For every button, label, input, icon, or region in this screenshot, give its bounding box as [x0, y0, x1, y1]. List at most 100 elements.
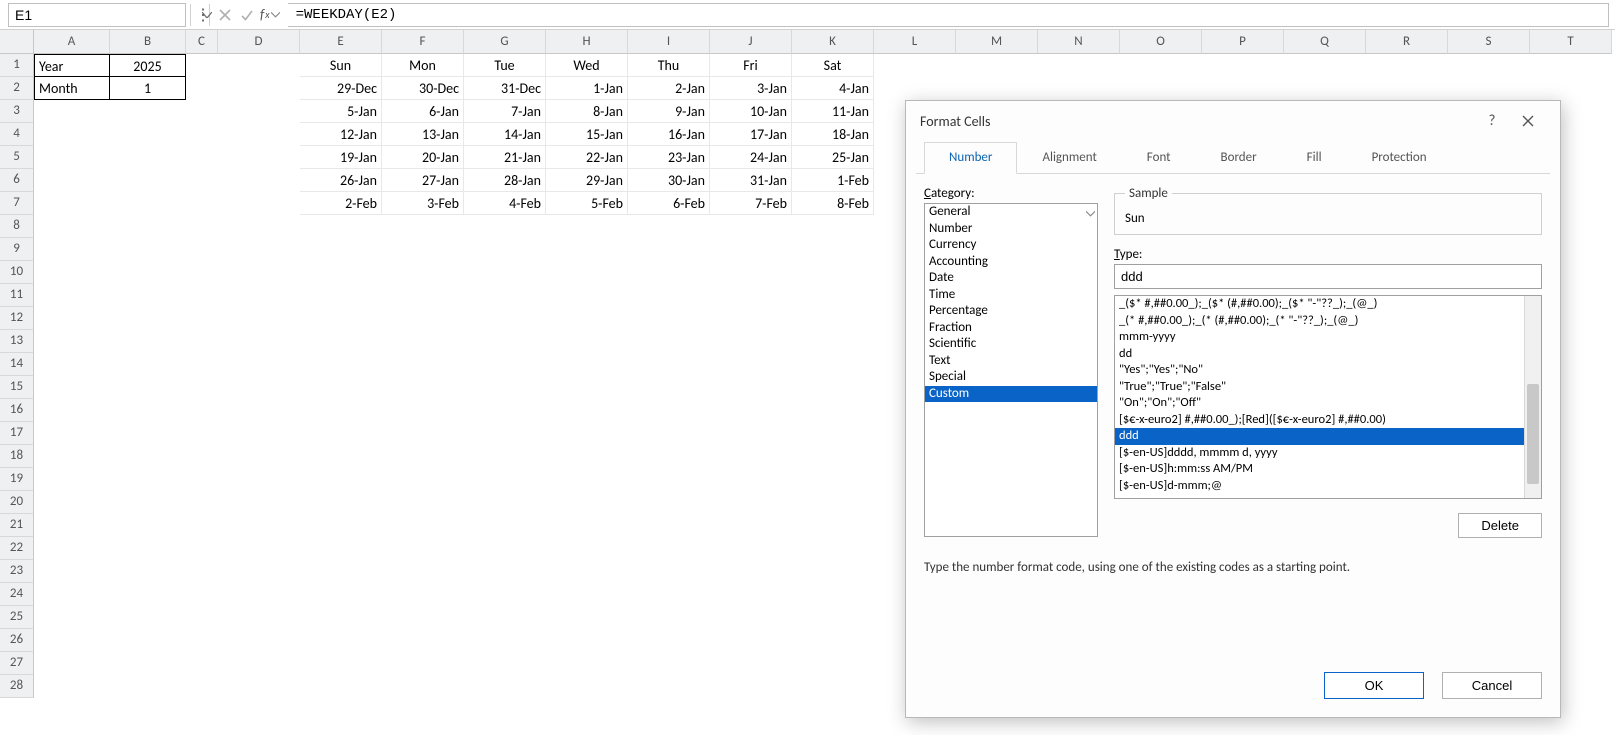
formula-input[interactable] — [288, 3, 1609, 27]
confirm-formula-icon[interactable] — [236, 4, 258, 26]
type-input[interactable] — [1114, 264, 1542, 289]
format-code-item[interactable]: "True";"True";"False" — [1115, 379, 1541, 396]
cell-H2[interactable]: 1-Jan — [546, 77, 628, 100]
cell-B2[interactable]: 1 — [110, 77, 186, 100]
cell-I3[interactable]: 9-Jan — [628, 100, 710, 123]
cell-I7[interactable]: 6-Feb — [628, 192, 710, 215]
category-item-scientific[interactable]: Scientific — [925, 336, 1097, 353]
ok-button[interactable]: OK — [1324, 672, 1424, 699]
column-header-N[interactable]: N — [1038, 30, 1120, 54]
cell-J2[interactable]: 3-Jan — [710, 77, 792, 100]
cell-I5[interactable]: 23-Jan — [628, 146, 710, 169]
row-header-21[interactable]: 21 — [0, 514, 34, 537]
column-header-K[interactable]: K — [792, 30, 874, 54]
cell-F3[interactable]: 6-Jan — [382, 100, 464, 123]
row-header-15[interactable]: 15 — [0, 376, 34, 399]
cell-E1[interactable]: Sun — [300, 54, 382, 77]
cell-J3[interactable]: 10-Jan — [710, 100, 792, 123]
dialog-titlebar[interactable]: Format Cells ? — [906, 101, 1560, 141]
cell-A2[interactable]: Month — [34, 77, 110, 100]
category-item-percentage[interactable]: Percentage — [925, 303, 1097, 320]
name-box-dropdown-icon[interactable] — [202, 12, 212, 18]
cell-G2[interactable]: 31-Dec — [464, 77, 546, 100]
cell-H4[interactable]: 15-Jan — [546, 123, 628, 146]
name-box-input[interactable] — [9, 5, 202, 25]
column-header-B[interactable]: B — [110, 30, 186, 54]
row-header-8[interactable]: 8 — [0, 215, 34, 238]
row-header-9[interactable]: 9 — [0, 238, 34, 261]
cell-F1[interactable]: Mon — [382, 54, 464, 77]
column-header-C[interactable]: C — [186, 30, 218, 54]
name-box[interactable] — [8, 3, 186, 27]
cell-I4[interactable]: 16-Jan — [628, 123, 710, 146]
cell-E4[interactable]: 12-Jan — [300, 123, 382, 146]
category-item-custom[interactable]: Custom — [925, 386, 1097, 403]
row-header-2[interactable]: 2 — [0, 77, 34, 100]
cell-K7[interactable]: 8-Feb — [792, 192, 874, 215]
cell-J6[interactable]: 31-Jan — [710, 169, 792, 192]
cell-K6[interactable]: 1-Feb — [792, 169, 874, 192]
row-header-5[interactable]: 5 — [0, 146, 34, 169]
row-header-25[interactable]: 25 — [0, 606, 34, 629]
format-code-item[interactable]: "On";"On";"Off" — [1115, 395, 1541, 412]
cell-H1[interactable]: Wed — [546, 54, 628, 77]
cancel-button[interactable]: Cancel — [1442, 672, 1542, 699]
column-header-D[interactable]: D — [218, 30, 300, 54]
category-item-number[interactable]: Number — [925, 221, 1097, 238]
column-header-T[interactable]: T — [1530, 30, 1612, 54]
tab-font[interactable]: Font — [1122, 142, 1196, 174]
tab-fill[interactable]: Fill — [1282, 142, 1347, 174]
cell-J1[interactable]: Fri — [710, 54, 792, 77]
row-header-18[interactable]: 18 — [0, 445, 34, 468]
cell-F7[interactable]: 3-Feb — [382, 192, 464, 215]
row-header-16[interactable]: 16 — [0, 399, 34, 422]
cell-F6[interactable]: 27-Jan — [382, 169, 464, 192]
tab-protection[interactable]: Protection — [1347, 142, 1452, 174]
cell-B1[interactable]: 2025 — [110, 54, 186, 77]
category-item-special[interactable]: Special — [925, 369, 1097, 386]
column-header-P[interactable]: P — [1202, 30, 1284, 54]
row-header-11[interactable]: 11 — [0, 284, 34, 307]
category-item-general[interactable]: General — [925, 204, 1097, 221]
cell-H5[interactable]: 22-Jan — [546, 146, 628, 169]
cell-G6[interactable]: 28-Jan — [464, 169, 546, 192]
format-code-item[interactable]: dd — [1115, 346, 1541, 363]
cell-H6[interactable]: 29-Jan — [546, 169, 628, 192]
cell-F4[interactable]: 13-Jan — [382, 123, 464, 146]
row-header-7[interactable]: 7 — [0, 192, 34, 215]
cell-I2[interactable]: 2-Jan — [628, 77, 710, 100]
cell-F2[interactable]: 30-Dec — [382, 77, 464, 100]
cell-E3[interactable]: 5-Jan — [300, 100, 382, 123]
cell-E5[interactable]: 19-Jan — [300, 146, 382, 169]
column-header-S[interactable]: S — [1448, 30, 1530, 54]
insert-function-fx-icon[interactable]: fx — [260, 6, 280, 23]
cell-H7[interactable]: 5-Feb — [546, 192, 628, 215]
category-item-date[interactable]: Date — [925, 270, 1097, 287]
cell-K3[interactable]: 11-Jan — [792, 100, 874, 123]
format-code-item[interactable]: _(* #,##0.00_);_(* (#,##0.00);_(* "-"??_… — [1115, 313, 1541, 330]
chevron-down-icon[interactable] — [1083, 204, 1097, 224]
row-header-27[interactable]: 27 — [0, 652, 34, 675]
tab-number[interactable]: Number — [924, 142, 1017, 174]
cell-G1[interactable]: Tue — [464, 54, 546, 77]
scrollbar[interactable] — [1524, 296, 1541, 498]
cell-J7[interactable]: 7-Feb — [710, 192, 792, 215]
row-header-4[interactable]: 4 — [0, 123, 34, 146]
cell-J4[interactable]: 17-Jan — [710, 123, 792, 146]
format-code-item[interactable]: mmm-yyyy — [1115, 329, 1541, 346]
row-header-10[interactable]: 10 — [0, 261, 34, 284]
format-code-item[interactable]: [$-en-US]h:mm:ss AM/PM — [1115, 461, 1541, 478]
row-header-26[interactable]: 26 — [0, 629, 34, 652]
scroll-thumb[interactable] — [1527, 384, 1539, 484]
format-code-item[interactable]: [$-en-US]d-mmm;@ — [1115, 478, 1541, 495]
column-header-O[interactable]: O — [1120, 30, 1202, 54]
cancel-formula-icon[interactable] — [214, 4, 236, 26]
close-icon[interactable] — [1510, 103, 1546, 139]
row-header-12[interactable]: 12 — [0, 307, 34, 330]
category-item-accounting[interactable]: Accounting — [925, 254, 1097, 271]
cell-G5[interactable]: 21-Jan — [464, 146, 546, 169]
column-header-J[interactable]: J — [710, 30, 792, 54]
format-code-item[interactable]: ddd — [1115, 428, 1541, 445]
cell-G3[interactable]: 7-Jan — [464, 100, 546, 123]
category-item-text[interactable]: Text — [925, 353, 1097, 370]
